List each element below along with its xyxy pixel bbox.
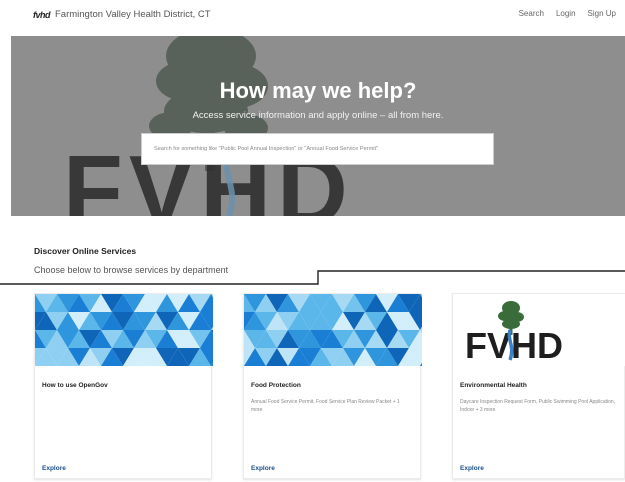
nav-signup-link[interactable]: Sign Up [588, 9, 616, 18]
nav-search-link[interactable]: Search [519, 9, 544, 18]
card-description: Annual Food Service Permit, Food Service… [251, 399, 400, 413]
search-box [141, 133, 494, 165]
service-card-environmental-health[interactable]: FVHD Environmental Health Daycare Inspec… [452, 293, 625, 479]
card-description: Daycare Inspection Request Form, Public … [460, 399, 616, 413]
service-card-opengov[interactable]: How to use OpenGov Explore [34, 293, 213, 479]
fvhd-logo-icon: FVHD [465, 301, 563, 366]
card-image-pattern [35, 294, 213, 366]
hero-background-image: FVHD [11, 36, 625, 216]
explore-link[interactable]: Explore [42, 465, 66, 472]
card-title: Food Protection [251, 382, 301, 389]
card-image-pattern [244, 294, 422, 366]
brand[interactable]: fvhd Farmington Valley Health District, … [33, 9, 211, 20]
card-image-logo: FVHD [453, 294, 625, 366]
explore-link[interactable]: Explore [251, 465, 275, 472]
brand-logo: fvhd [33, 9, 51, 20]
top-nav: Search Login Sign Up [519, 9, 616, 18]
search-input[interactable] [154, 146, 493, 152]
explore-link[interactable]: Explore [460, 465, 484, 472]
card-title: Environmental Health [460, 382, 527, 389]
hero-title: How may we help? [219, 78, 417, 103]
hero-subtitle: Access service information and apply onl… [192, 110, 444, 121]
top-bar: fvhd Farmington Valley Health District, … [0, 0, 625, 32]
triangle-pattern-image [244, 294, 422, 366]
site-title: Farmington Valley Health District, CT [55, 9, 211, 20]
service-card-food-protection[interactable]: Food Protection Annual Food Service Perm… [243, 293, 422, 479]
services-subtitle: Choose below to browse services by depar… [34, 265, 229, 275]
card-title: How to use OpenGov [42, 382, 108, 389]
nav-login-link[interactable]: Login [556, 9, 576, 18]
services-title: Discover Online Services [34, 246, 137, 256]
hero-banner: FVHD How may we help? Access service inf… [11, 36, 625, 216]
triangle-pattern-image [35, 294, 213, 366]
svg-text:FVHD: FVHD [465, 325, 563, 366]
